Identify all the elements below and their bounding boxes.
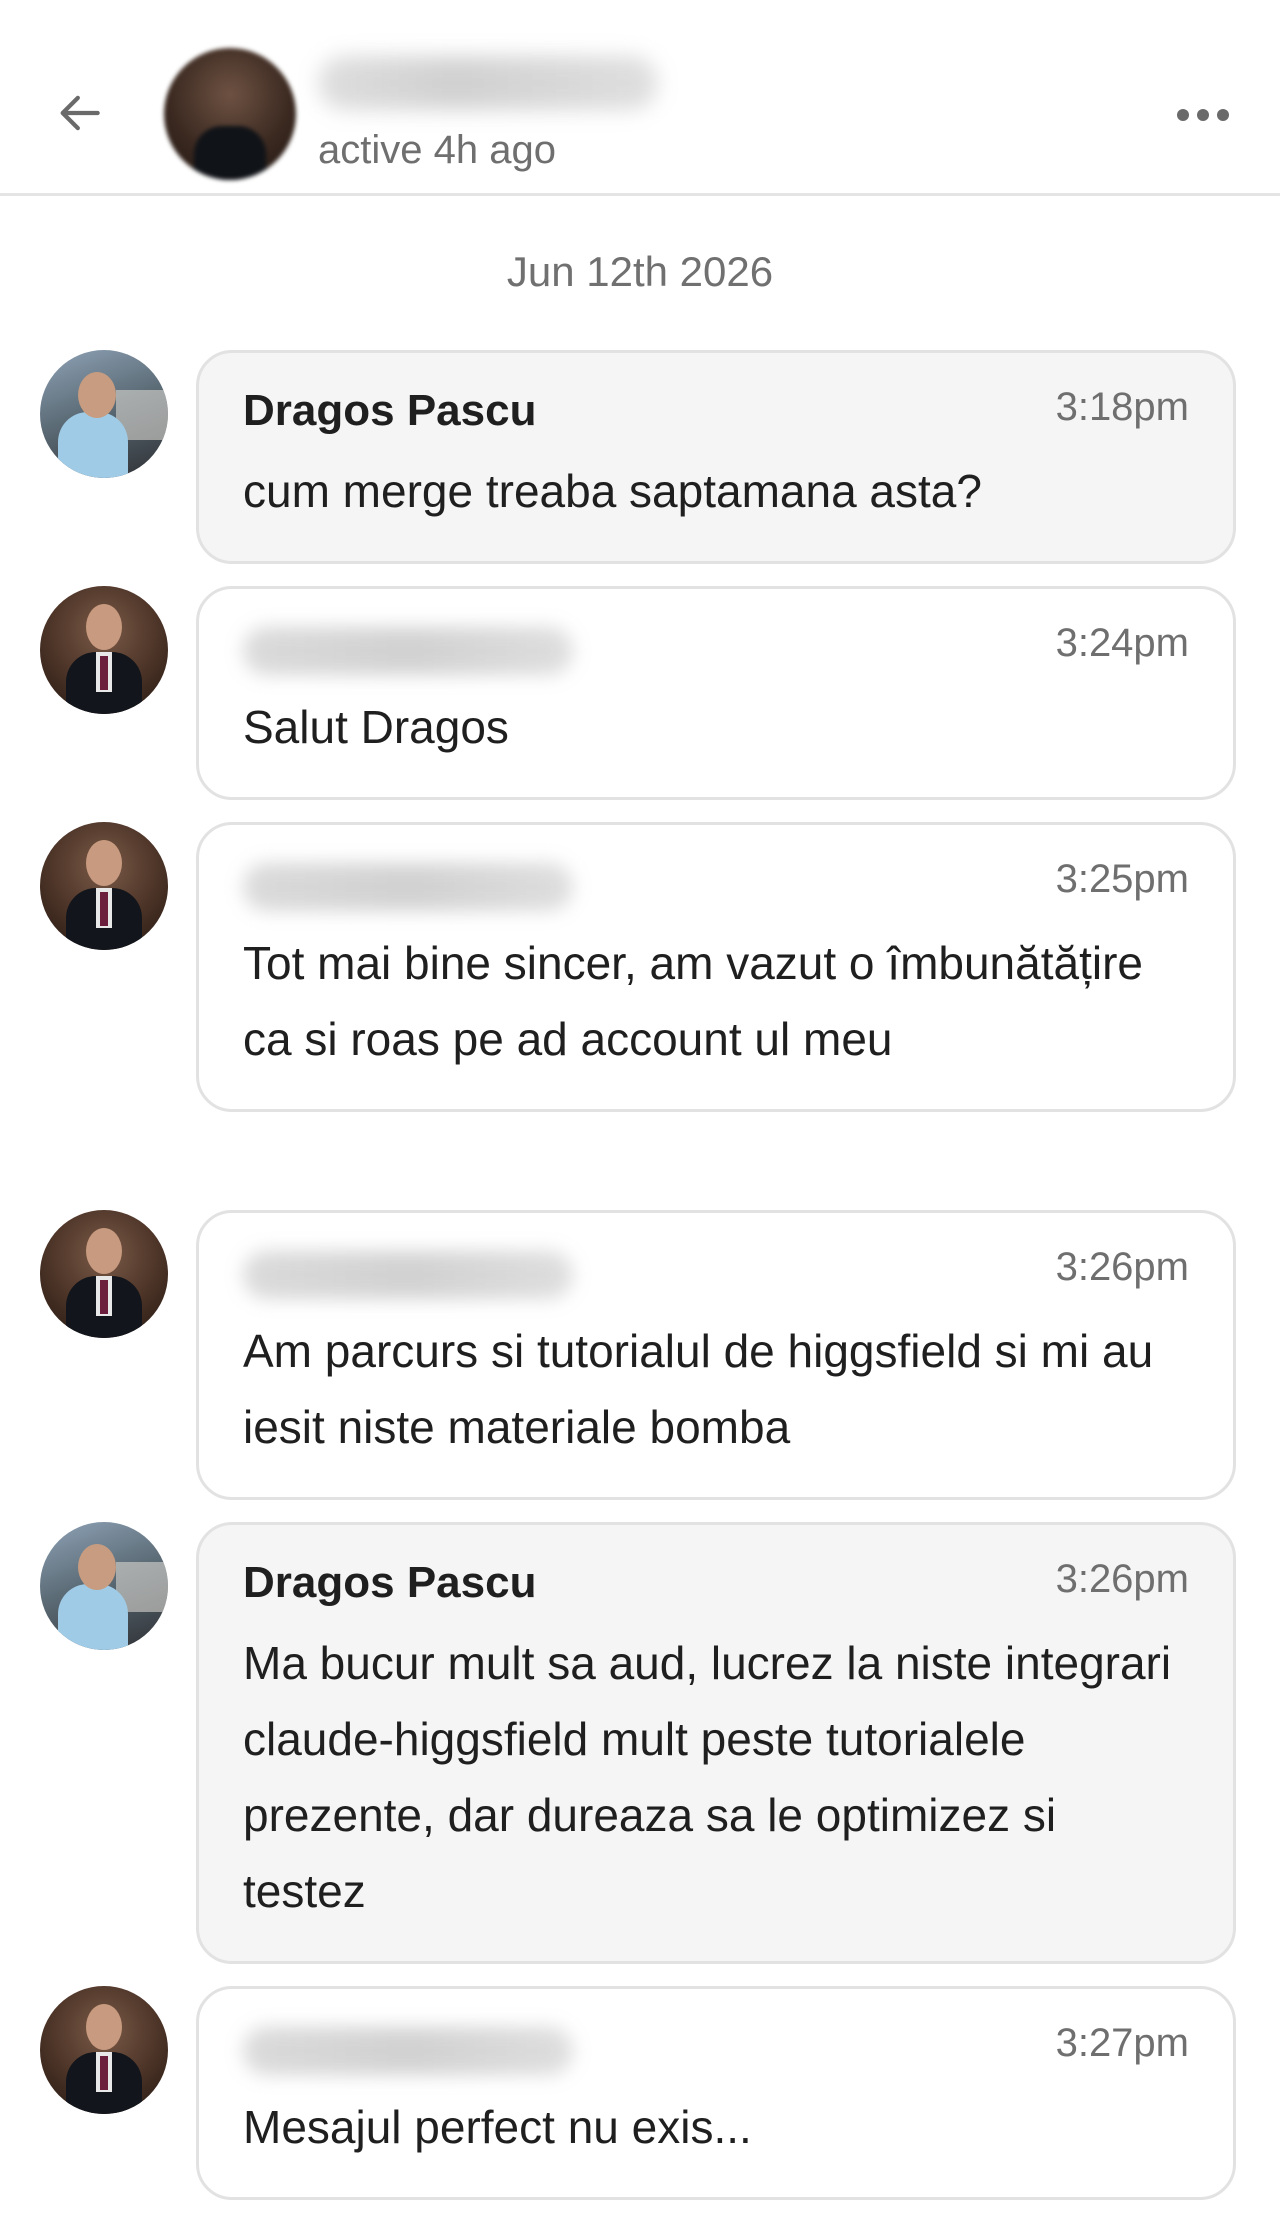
avatar[interactable]: [40, 350, 168, 478]
more-horizontal-icon: [1177, 109, 1229, 121]
back-button[interactable]: [44, 78, 114, 148]
avatar[interactable]: [40, 1986, 168, 2114]
message-text: Am parcurs si tutorialul de higgsfield s…: [243, 1325, 1154, 1453]
message-time: 3:26pm: [1055, 1245, 1189, 1289]
message-text: Mesajul perfect nu exis...: [243, 2101, 752, 2153]
message-text: cum merge treaba saptamana asta?: [243, 465, 982, 517]
message-time: 3:18pm: [1055, 385, 1189, 429]
message-sender: Dragos Pascu: [243, 386, 537, 435]
arrow-left-icon: [60, 95, 100, 131]
message-bubble[interactable]: Dragos Pascu 3:18pm cum merge treaba sap…: [196, 350, 1236, 564]
message-bubble[interactable]: 3:27pm Mesajul perfect nu exis...: [196, 1986, 1236, 2200]
contact-status: active 4h ago: [318, 128, 556, 172]
chat-screen: active 4h ago Jun 12th 2026 Dragos Pascu…: [0, 0, 1280, 2233]
message-bubble[interactable]: Dragos Pascu 3:26pm Ma bucur mult sa aud…: [196, 1522, 1236, 1964]
message-bubble[interactable]: 3:25pm Tot mai bine sincer, am vazut o î…: [196, 822, 1236, 1112]
message-sender-redacted: [243, 627, 573, 675]
avatar[interactable]: [40, 822, 168, 950]
message-sender-redacted: [243, 2027, 573, 2075]
message-text: Salut Dragos: [243, 701, 509, 753]
date-separator: Jun 12th 2026: [506, 248, 774, 295]
message-time: 3:24pm: [1055, 621, 1189, 665]
message-bubble[interactable]: 3:26pm Am parcurs si tutorialul de higgs…: [196, 1210, 1236, 1500]
avatar[interactable]: [40, 1210, 168, 1338]
message-sender: Dragos Pascu: [243, 1558, 537, 1607]
message-time: 3:26pm: [1055, 1557, 1189, 1601]
avatar[interactable]: [40, 586, 168, 714]
more-options-button[interactable]: [1168, 90, 1238, 140]
message-time: 3:25pm: [1055, 857, 1189, 901]
message-sender-redacted: [243, 1251, 573, 1299]
contact-avatar[interactable]: [164, 48, 296, 180]
chat-header: active 4h ago: [0, 0, 1280, 196]
message-sender-redacted: [243, 863, 573, 911]
avatar[interactable]: [40, 1522, 168, 1650]
message-bubble[interactable]: 3:24pm Salut Dragos: [196, 586, 1236, 800]
message-text: Ma bucur mult sa aud, lucrez la niste in…: [243, 1637, 1172, 1917]
message-time: 3:27pm: [1055, 2021, 1189, 2065]
message-text: Tot mai bine sincer, am vazut o îmbunătă…: [243, 937, 1143, 1065]
contact-name-redacted[interactable]: [318, 56, 658, 110]
